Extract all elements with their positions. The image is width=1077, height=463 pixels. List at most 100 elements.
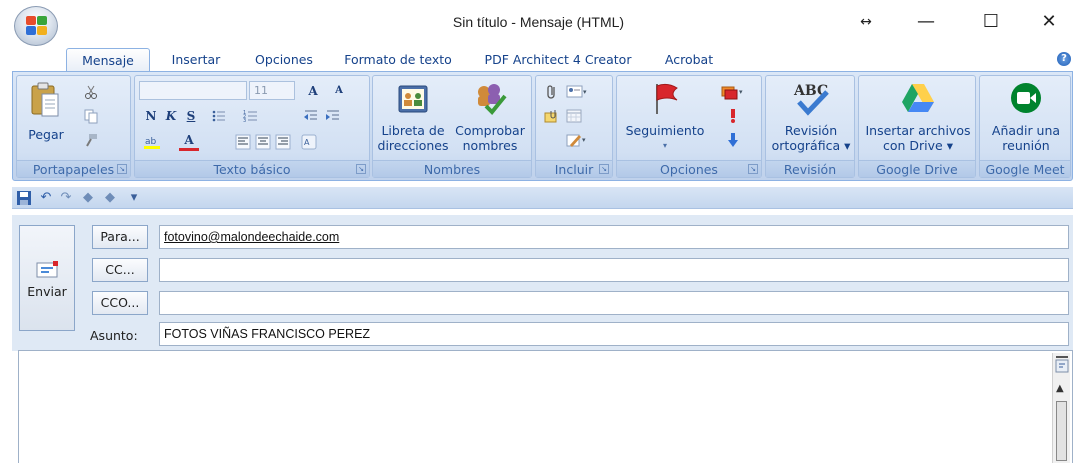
message-body[interactable]: ▲ — [18, 350, 1073, 463]
highlight-icon[interactable]: ab — [143, 134, 165, 150]
calendar-icon[interactable] — [566, 108, 582, 124]
spelling-label-1: Revisión — [784, 123, 838, 138]
paste-label: Pegar — [28, 127, 64, 142]
categorize-icon[interactable]: ▾ — [721, 84, 747, 100]
tab-formato-de-texto[interactable]: Formato de texto — [338, 48, 458, 72]
follow-up-button[interactable]: Seguimiento ▾ — [621, 80, 709, 153]
subject-field[interactable]: FOTOS VIÑAS FRANCISCO PEREZ — [159, 322, 1069, 346]
group-label-nombres: Nombres — [373, 160, 531, 177]
previous-item-icon[interactable]: ◆ — [80, 190, 96, 206]
spelling-check-icon: ABC — [793, 83, 829, 116]
paste-icon — [31, 82, 59, 117]
attach-item-icon[interactable] — [544, 108, 560, 124]
subject-label: Asunto: — [90, 328, 138, 343]
italic-button[interactable]: K — [161, 106, 181, 126]
grow-font-button[interactable]: A — [301, 81, 325, 101]
signature-icon[interactable]: ▾ — [566, 132, 590, 148]
low-importance-icon[interactable] — [725, 132, 741, 148]
paste-button[interactable]: Pegar — [21, 80, 71, 142]
customize-toolbar-icon[interactable]: ▾ — [126, 190, 142, 206]
message-header: Enviar Para... fotovino@malondeechaide.c… — [12, 215, 1073, 351]
copy-icon[interactable] — [83, 108, 99, 124]
dialog-launcher-icon[interactable]: ↘ — [599, 164, 609, 174]
follow-up-dropdown-icon: ▾ — [662, 141, 667, 150]
scroll-thumb[interactable] — [1056, 401, 1067, 461]
insert-drive-label-2: con Drive ▾ — [883, 138, 953, 153]
business-card-icon[interactable]: ▾ — [566, 84, 590, 100]
dialog-launcher-icon[interactable]: ↘ — [356, 164, 366, 174]
tab-insertar[interactable]: Insertar — [161, 48, 231, 72]
cut-icon[interactable] — [83, 84, 99, 100]
check-names-button[interactable]: Comprobar nombres — [451, 80, 529, 153]
numbering-icon[interactable]: 123 — [243, 108, 259, 124]
group-google-drive: Insertar archivos con Drive ▾ Google Dri… — [858, 75, 976, 178]
title-bar: Sin título - Mensaje (HTML) ↔ — ☐ ✕ — [0, 0, 1077, 46]
vertical-scrollbar[interactable]: ▲ — [1052, 353, 1070, 463]
font-family-combo[interactable] — [139, 81, 247, 100]
cc-button[interactable]: CC... — [92, 258, 148, 282]
scroll-up-icon[interactable]: ▲ — [1056, 383, 1064, 394]
dialog-launcher-icon[interactable]: ↘ — [117, 164, 127, 174]
tab-acrobat[interactable]: Acrobat — [654, 48, 724, 72]
to-field[interactable]: fotovino@malondeechaide.com — [159, 225, 1069, 249]
bcc-button[interactable]: CCO... — [92, 291, 148, 315]
address-book-icon — [398, 85, 428, 113]
bullets-icon[interactable] — [211, 108, 227, 124]
address-book-button[interactable]: Libreta de direcciones — [377, 80, 449, 153]
increase-indent-icon[interactable] — [325, 108, 341, 124]
quick-access-toolbar: ↶ ↷ ◆ ◆ ▾ — [12, 187, 1073, 209]
add-meeting-button[interactable]: Añadir una reunión — [982, 80, 1070, 153]
group-label-google-meet: Google Meet — [980, 160, 1070, 177]
group-label-revision: Revisión — [766, 160, 854, 177]
spelling-button[interactable]: ABC Revisión ortográfica ▾ — [768, 80, 854, 153]
ruler-toggle-icon[interactable] — [1054, 355, 1070, 375]
send-label: Enviar — [27, 284, 67, 299]
resize-icon[interactable]: ↔ — [844, 6, 888, 38]
high-importance-icon[interactable] — [725, 108, 741, 124]
insert-drive-files-button[interactable]: Insertar archivos con Drive ▾ — [861, 80, 975, 153]
tab-mensaje[interactable]: Mensaje — [66, 48, 150, 72]
align-left-icon[interactable] — [235, 134, 251, 150]
dialog-launcher-icon[interactable]: ↘ — [748, 164, 758, 174]
add-meeting-label-1: Añadir una — [991, 123, 1061, 138]
office-button[interactable] — [14, 6, 58, 46]
send-button[interactable]: Enviar — [19, 225, 75, 331]
font-color-button[interactable]: A — [179, 131, 199, 151]
align-center-icon[interactable] — [255, 134, 271, 150]
undo-icon[interactable]: ↶ — [38, 190, 54, 206]
save-icon[interactable] — [16, 190, 32, 206]
bcc-field[interactable] — [159, 291, 1069, 315]
maximize-button[interactable]: ☐ — [969, 6, 1013, 38]
check-names-label-2: nombres — [462, 138, 518, 153]
to-button[interactable]: Para... — [92, 225, 148, 249]
ribbon: Pegar Portapapeles ↘ 11 A A N K S 123 ab… — [12, 71, 1073, 181]
group-label-google-drive: Google Drive — [859, 160, 975, 177]
redo-icon[interactable]: ↷ — [58, 190, 74, 206]
group-opciones: Seguimiento ▾ ▾ Opciones ↘ — [616, 75, 762, 178]
group-incluir: ▾ ▾ Incluir ↘ — [535, 75, 613, 178]
decrease-indent-icon[interactable] — [303, 108, 319, 124]
attach-file-icon[interactable] — [544, 84, 560, 100]
bold-button[interactable]: N — [141, 106, 161, 126]
check-names-icon — [478, 84, 507, 115]
group-revision: ABC Revisión ortográfica ▾ Revisión — [765, 75, 855, 178]
svg-text:▾: ▾ — [582, 136, 586, 144]
minimize-button[interactable]: — — [904, 6, 948, 38]
align-right-icon[interactable] — [275, 134, 291, 150]
cc-field[interactable] — [159, 258, 1069, 282]
address-book-label-2: direcciones — [377, 138, 449, 153]
tab-pdf-architect[interactable]: PDF Architect 4 Creator — [478, 48, 638, 72]
insert-drive-label-1: Insertar archivos — [865, 123, 971, 138]
follow-up-label: Seguimiento — [625, 123, 705, 138]
group-label-portapapeles: Portapapeles — [17, 160, 130, 177]
next-item-icon[interactable]: ◆ — [102, 190, 118, 206]
shrink-font-button[interactable]: A — [327, 81, 351, 101]
help-icon[interactable]: ? — [1057, 52, 1071, 66]
svg-text:▾: ▾ — [739, 88, 743, 96]
tab-opciones[interactable]: Opciones — [244, 48, 324, 72]
underline-button[interactable]: S — [181, 106, 201, 126]
font-size-combo[interactable]: 11 — [249, 81, 295, 100]
format-painter-icon[interactable] — [83, 132, 99, 148]
close-button[interactable]: ✕ — [1027, 6, 1071, 38]
styles-icon[interactable]: A — [301, 134, 317, 150]
